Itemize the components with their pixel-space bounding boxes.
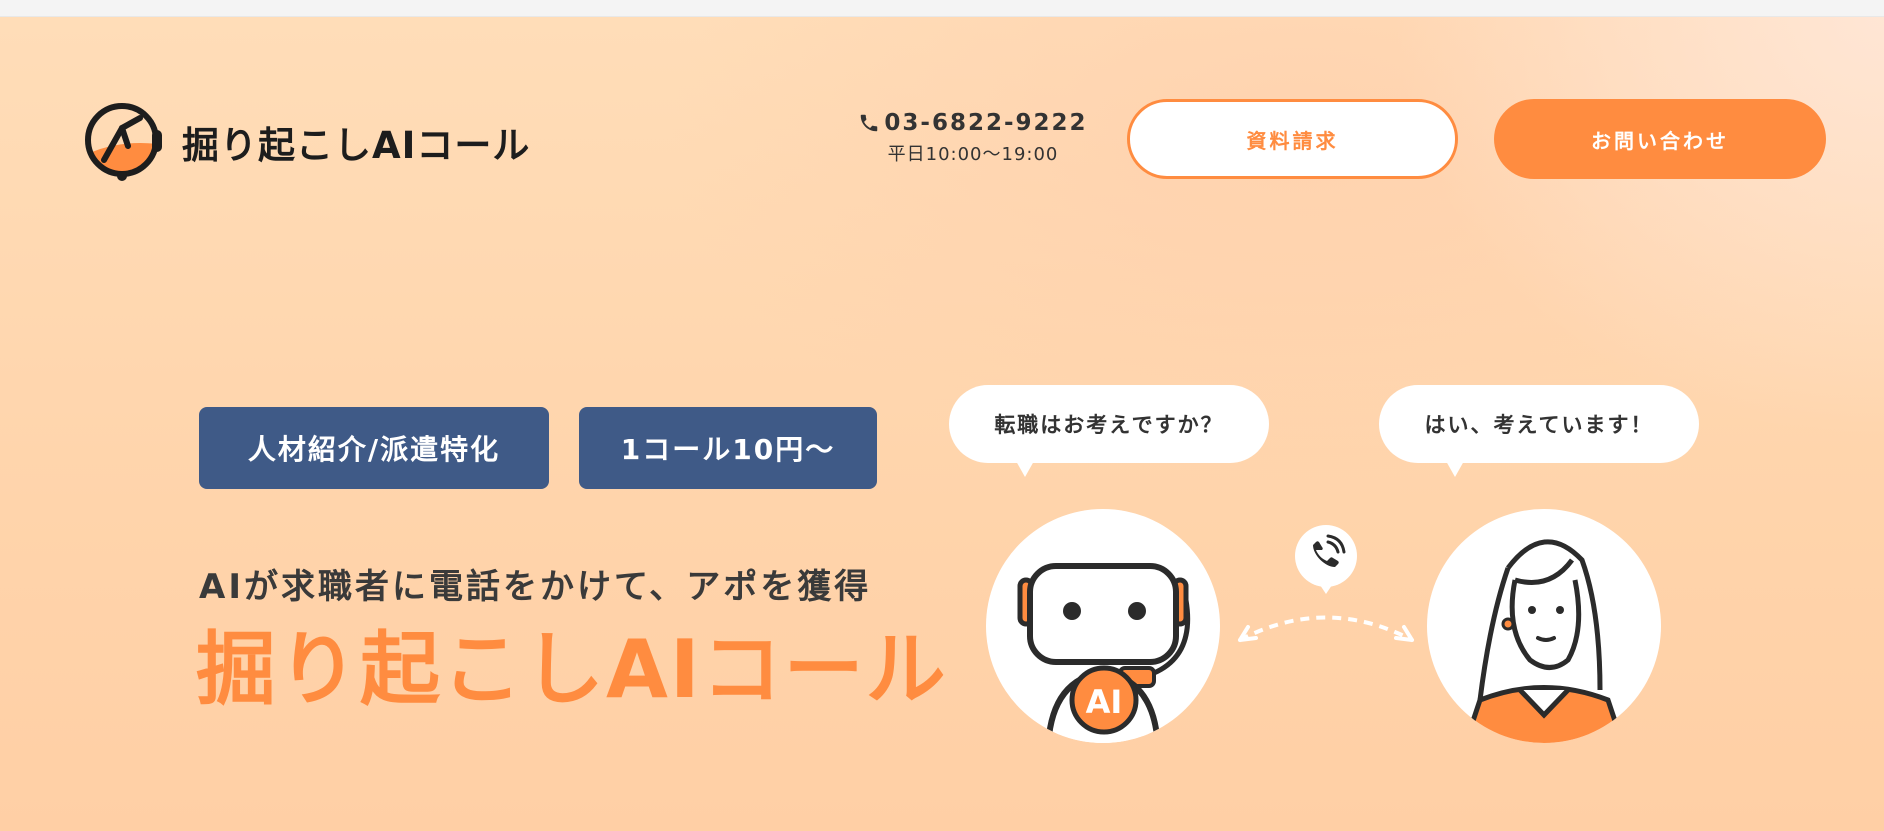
robot-avatar-icon: AI — [986, 509, 1220, 743]
phone-number: 03-6822-9222 — [884, 110, 1088, 136]
hero-headline: 掘り起こしAIコール — [196, 623, 948, 716]
business-hours: 平日10:00〜19:00 — [887, 144, 1059, 165]
tag-specialization: 人材紹介/派遣特化 — [199, 407, 549, 489]
phone-call-icon — [1295, 525, 1357, 594]
speech-bubble-ai: 転職はお考えですか？ — [949, 385, 1269, 463]
speech-bubble-person: はい、考えています！ — [1379, 385, 1699, 463]
phone-number-row[interactable]: 03-6822-9222 — [858, 110, 1088, 136]
phone-contact: 03-6822-9222 平日10:00〜19:00 — [858, 110, 1088, 166]
speech-bubble-ai-tail — [1016, 461, 1034, 477]
robot-ai-badge: AI — [1086, 683, 1123, 721]
logo-headset-icon — [85, 103, 162, 181]
person-avatar-icon — [1427, 509, 1661, 743]
site-logo[interactable]: 掘り起こしAIコール — [82, 100, 530, 184]
call-illustration: AI — [986, 509, 1661, 743]
request-documents-button[interactable]: 資料請求 — [1127, 99, 1458, 179]
speech-bubble-person-tail — [1446, 461, 1464, 477]
logo-text: 掘り起こしAIコール — [182, 124, 531, 167]
browser-top-border — [0, 0, 1884, 17]
tag-price: 1コール10円〜 — [579, 407, 877, 489]
call-connection-arrow — [1239, 615, 1413, 642]
hero-lead-text: AIが求職者に電話をかけて、アポを獲得 — [199, 567, 872, 607]
contact-us-button[interactable]: お問い合わせ — [1494, 99, 1826, 179]
phone-icon — [861, 114, 878, 132]
